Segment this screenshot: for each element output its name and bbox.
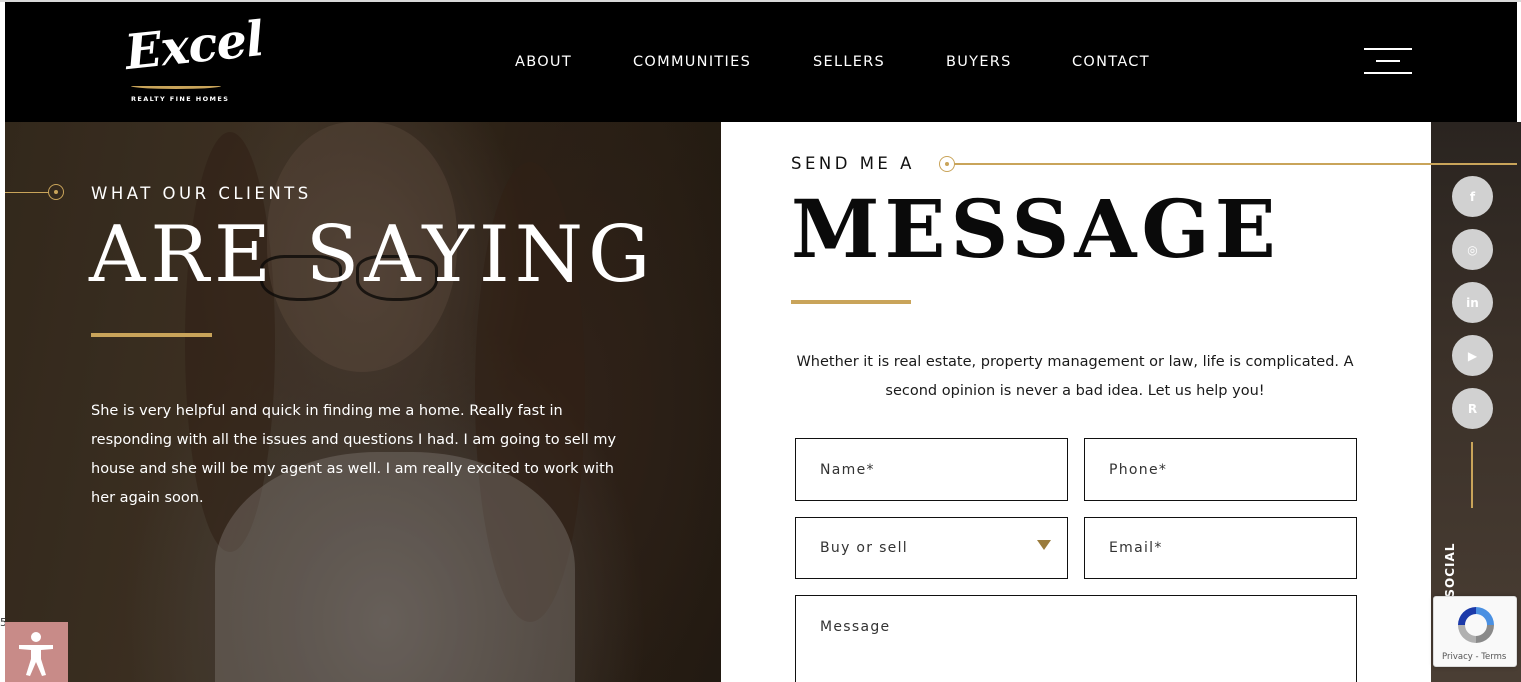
title-underline bbox=[791, 300, 911, 304]
buy-sell-select[interactable]: Buy or sell bbox=[795, 517, 1068, 579]
testimonial-section: WHAT OUR CLIENTS ARE SAYING She is very … bbox=[5, 122, 721, 682]
decor-line bbox=[5, 192, 49, 193]
realtor-icon[interactable]: R bbox=[1452, 388, 1493, 429]
title-underline bbox=[91, 333, 212, 337]
youtube-icon[interactable]: ▶ bbox=[1452, 335, 1493, 376]
nav-item-communities[interactable]: COMMUNITIES bbox=[633, 54, 751, 70]
menu-icon[interactable] bbox=[1364, 48, 1414, 76]
facebook-icon[interactable]: f bbox=[1452, 176, 1493, 217]
buy-sell-value: Buy or sell bbox=[820, 540, 908, 556]
message-field[interactable]: Message bbox=[795, 595, 1357, 682]
testimonial-title: ARE SAYING bbox=[89, 210, 656, 300]
nav-item-buyers[interactable]: BUYERS bbox=[946, 54, 1012, 70]
form-kicker: SEND ME A bbox=[791, 154, 915, 173]
message-placeholder: Message bbox=[820, 619, 891, 635]
rail-divider bbox=[1471, 442, 1473, 508]
phone-placeholder: Phone* bbox=[1109, 462, 1168, 478]
phone-field[interactable]: Phone* bbox=[1084, 438, 1357, 501]
brand-tagline: REALTY FINE HOMES bbox=[131, 95, 230, 103]
instagram-icon[interactable]: ◎ bbox=[1452, 229, 1493, 270]
email-field[interactable]: Email* bbox=[1084, 517, 1357, 579]
accessibility-button[interactable] bbox=[5, 622, 68, 682]
recaptcha-links[interactable]: Privacy - Terms bbox=[1442, 652, 1506, 662]
contact-section: SEND ME A MESSAGE Whether it is real est… bbox=[721, 122, 1431, 682]
nav-item-sellers[interactable]: SELLERS bbox=[813, 54, 885, 70]
recaptcha-icon bbox=[1458, 607, 1494, 643]
accessibility-icon bbox=[19, 632, 53, 676]
name-placeholder: Name* bbox=[820, 462, 875, 478]
chevron-down-icon bbox=[1037, 540, 1051, 550]
decor-line bbox=[954, 163, 1517, 165]
logo-swoosh bbox=[131, 83, 221, 89]
email-placeholder: Email* bbox=[1109, 540, 1163, 556]
recaptcha-badge[interactable]: Privacy - Terms bbox=[1433, 596, 1517, 667]
form-title: MESSAGE bbox=[791, 182, 1281, 276]
brand-name: Excel bbox=[122, 10, 266, 82]
nav-item-contact[interactable]: CONTACT bbox=[1072, 54, 1150, 70]
brand-logo[interactable]: Excel REALTY FINE HOMES bbox=[122, 11, 265, 106]
nav-item-about[interactable]: ABOUT bbox=[515, 54, 572, 70]
name-field[interactable]: Name* bbox=[795, 438, 1068, 501]
form-intro: Whether it is real estate, property mana… bbox=[796, 354, 1354, 399]
decor-circle-icon bbox=[939, 156, 955, 172]
linkedin-icon[interactable]: in bbox=[1452, 282, 1493, 323]
testimonial-quote: She is very helpful and quick in finding… bbox=[91, 403, 617, 506]
decor-circle-icon bbox=[48, 184, 64, 200]
site-header: Excel REALTY FINE HOMES ABOUT COMMUNITIE… bbox=[5, 2, 1517, 122]
testimonial-kicker: WHAT OUR CLIENTS bbox=[91, 184, 312, 203]
